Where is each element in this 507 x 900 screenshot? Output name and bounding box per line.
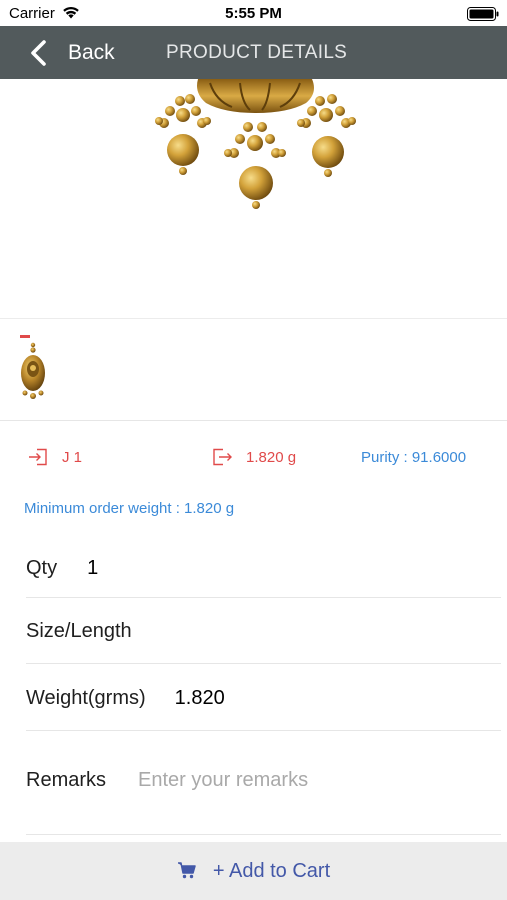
qty-label: Qty [26, 557, 58, 579]
thumbnail-strip [0, 320, 507, 421]
back-button[interactable]: Back [28, 26, 115, 79]
pendant-image [155, 79, 356, 209]
battery-icon [467, 7, 499, 21]
product-purity: Purity : 91.6000 [361, 448, 467, 466]
clock: 5:55 PM [225, 5, 282, 22]
qty-field[interactable] [87, 557, 208, 580]
size-row: Size/Length [26, 600, 501, 664]
product-image[interactable] [0, 79, 507, 319]
thumbnail-image[interactable] [18, 335, 48, 401]
weight-label: Weight(grms) [26, 687, 146, 709]
min-order-weight: Minimum order weight : 1.820 g [24, 500, 235, 517]
qty-row: Qty [26, 540, 501, 598]
remarks-field[interactable] [138, 769, 429, 792]
add-to-cart-label: + Add to Cart [212, 859, 331, 882]
product-code-value: J 1 [62, 448, 83, 466]
page-title: PRODUCT DETAILS [166, 42, 348, 63]
product-weight: 1.820 g [212, 440, 296, 474]
weight-field[interactable] [174, 687, 325, 710]
chevron-left-icon [31, 39, 46, 66]
login-arrow-icon [29, 448, 47, 466]
size-field[interactable] [151, 620, 412, 643]
back-label: Back [68, 40, 115, 64]
size-label: Size/Length [26, 620, 132, 642]
remarks-row: Remarks [26, 733, 501, 835]
weight-row: Weight(grms) [26, 667, 501, 731]
cart-icon [177, 862, 196, 879]
product-info-row: J 1 1.820 g Purity : 91.6000 [0, 440, 507, 474]
remarks-label: Remarks [26, 769, 107, 791]
logout-arrow-icon [213, 448, 232, 466]
product-code: J 1 [28, 440, 82, 474]
status-bar: Carrier 5:55 PM [0, 0, 507, 26]
add-to-cart-button[interactable]: + Add to Cart [0, 842, 507, 900]
product-weight-value: 1.820 g [246, 448, 297, 466]
nav-bar: Back PRODUCT DETAILS [0, 26, 507, 79]
